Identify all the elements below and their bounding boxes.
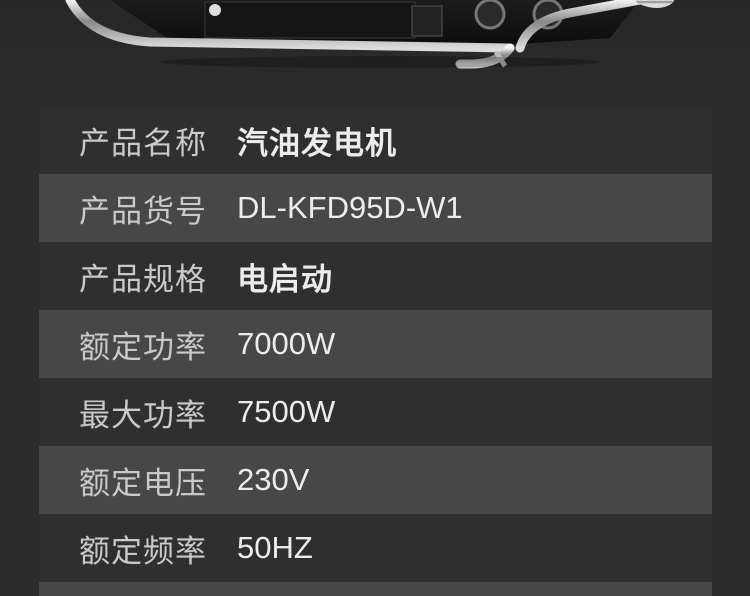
- spec-label: 最大功率: [79, 397, 207, 434]
- spec-label: 产品规格: [79, 261, 207, 298]
- spec-label: 产品名称: [79, 125, 207, 162]
- spec-row-product-code: 产品货号 DL-KFD95D-W1: [39, 174, 712, 242]
- spec-value: 电启动: [237, 261, 333, 298]
- spec-label: 产品货号: [79, 193, 207, 230]
- spec-row-rated-frequency: 额定频率 50HZ: [39, 514, 712, 582]
- spec-row-rated-voltage: 额定电压 230V: [39, 446, 712, 514]
- spec-label: 额定频率: [79, 533, 207, 570]
- spec-label: 额定功率: [79, 329, 207, 366]
- spec-label: 额定电压: [79, 465, 207, 502]
- spec-row-rated-power: 额定功率 7000W: [39, 310, 712, 378]
- product-image: [0, 0, 750, 106]
- spec-value: DL-KFD95D-W1: [237, 190, 463, 225]
- spec-row-product-spec: 产品规格 电启动: [39, 242, 712, 310]
- spec-value: 汽油发电机: [237, 125, 397, 162]
- spec-row-max-power: 最大功率 7500W: [39, 378, 712, 446]
- spec-value: 50HZ: [237, 530, 313, 565]
- spec-value: 230V: [237, 462, 310, 497]
- spec-row-product-name: 产品名称 汽油发电机: [39, 106, 712, 174]
- generator-frame-illustration: [65, 0, 674, 69]
- spec-table: 产品名称 汽油发电机 产品货号 DL-KFD95D-W1 产品规格 电启动 额定…: [39, 106, 712, 596]
- spec-value: 7000W: [237, 326, 336, 361]
- spec-value: 7500W: [237, 394, 336, 429]
